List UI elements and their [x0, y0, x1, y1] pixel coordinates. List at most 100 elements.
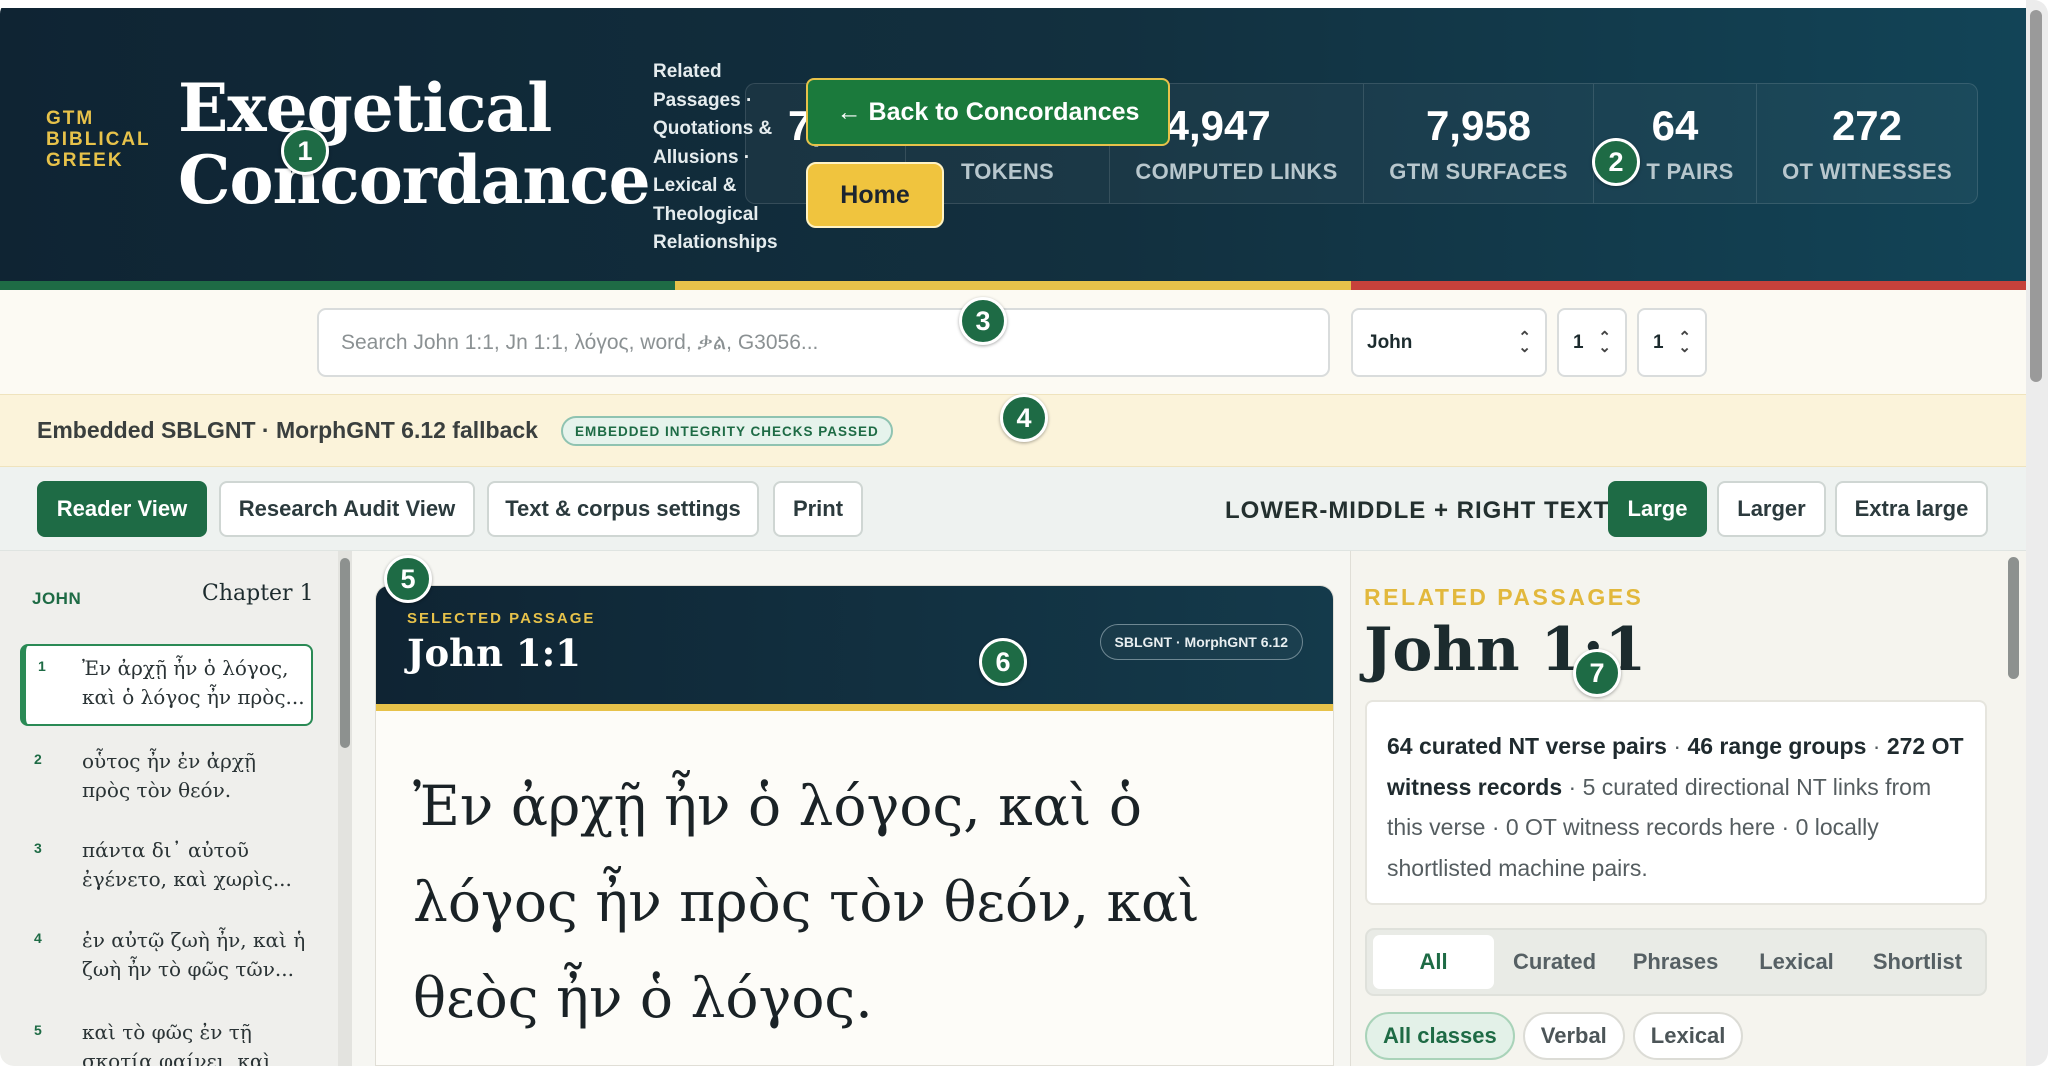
chip-all-classes[interactable]: All classes — [1365, 1012, 1515, 1060]
chapter-select-value: 1 — [1573, 331, 1584, 353]
search-row: John ⌃⌄ 1 ⌃⌄ 1 ⌃⌄ — [0, 290, 2026, 394]
subtitle-line: Theological — [653, 203, 759, 225]
research-audit-view-button[interactable]: Research Audit View — [219, 481, 475, 537]
app-window: GTM BIBLICAL GREEK Exegetical Concordanc… — [0, 0, 2048, 1066]
stat-label: OT WITNESSES — [1782, 158, 1952, 184]
sidebar-scroll-thumb[interactable] — [340, 558, 350, 748]
verse-item-5[interactable]: 5 καὶ τὸ φῶς ἐν τῇ σκοτίᾳ φαίνει, καὶ ἡ.… — [20, 1008, 313, 1066]
tab-curated[interactable]: Curated — [1494, 935, 1615, 989]
chip-label: Verbal — [1540, 1023, 1607, 1048]
search-input[interactable] — [317, 308, 1330, 377]
right-panel-scroll-thumb[interactable] — [2008, 557, 2019, 679]
tab-lexical[interactable]: Lexical — [1736, 935, 1857, 989]
stat-ot-witnesses: 272 OT WITNESSES — [1757, 84, 1977, 203]
verse-item-4[interactable]: 4 ἐν αὐτῷ ζωὴ ἦν, καὶ ἡ ζωὴ ἦν τὸ φῶς τῶ… — [20, 916, 313, 998]
brand-line: BIBLICAL — [46, 129, 151, 150]
tab-phrases[interactable]: Phrases — [1615, 935, 1736, 989]
verse-item-1[interactable]: 1 Ἐν ἀρχῇ ἦν ὁ λόγος, καὶ ὁ λόγος ἦν πρὸ… — [20, 644, 313, 726]
chip-lexical[interactable]: Lexical — [1632, 1012, 1744, 1060]
button-label: Larger — [1737, 496, 1806, 521]
tab-label: Phrases — [1632, 949, 1719, 974]
size-larger-button[interactable]: Larger — [1717, 481, 1826, 537]
stripe-green — [0, 281, 676, 290]
annotation-marker: 3 — [959, 297, 1007, 345]
home-button[interactable]: Home — [806, 162, 944, 228]
verse-preview: Ἐν ἀρχῇ ἦν ὁ λόγος, καὶ ὁ λόγος ἦν πρὸς.… — [82, 656, 305, 709]
verse-number: 1 — [38, 658, 46, 674]
stripe-yellow — [675, 281, 1351, 290]
annotation-marker: 1 — [281, 127, 329, 175]
view-toolbar: Reader View Research Audit View Text & c… — [0, 467, 2026, 551]
stat-label: TOKENS — [960, 158, 1055, 184]
verse-select-value: 1 — [1653, 331, 1664, 353]
chip-verbal[interactable]: Verbal — [1522, 1012, 1625, 1060]
back-to-concordances-button[interactable]: ← Back to Concordances — [806, 78, 1170, 146]
brand-line: GTM — [46, 108, 95, 129]
text-corpus-settings-button[interactable]: Text & corpus settings — [487, 481, 759, 537]
verse-preview: καὶ τὸ φῶς ἐν τῇ σκοτίᾳ φαίνει, καὶ ἡ... — [82, 1020, 272, 1066]
verse-number: 2 — [34, 751, 42, 767]
stat-number: 64 — [1651, 101, 1699, 149]
stat-label: COMPUTED LINKS — [1135, 158, 1338, 184]
stat-number: 272 — [1831, 101, 1903, 149]
button-label: Reader View — [56, 496, 188, 521]
subtitle-line: Relationships — [653, 232, 778, 253]
selected-passage-card: SELECTED PASSAGE John 1:1 SBLGNT · Morph… — [375, 585, 1334, 1066]
stat-gtm-surfaces: 7,958 GTM SURFACES — [1364, 84, 1594, 203]
related-tabs: All Curated Phrases Lexical Shortlist — [1365, 928, 1987, 996]
button-label: Print — [792, 496, 844, 521]
verse-select[interactable]: 1 ⌃ ⌄ — [1637, 308, 1707, 377]
print-button[interactable]: Print — [773, 481, 863, 537]
book-select[interactable]: John ⌃ ⌄ — [1351, 308, 1547, 377]
marker-number: 7 — [1589, 657, 1605, 688]
annotation-marker: 2 — [1592, 138, 1640, 186]
verse-sidebar: JOHN Chapter 1 1 Ἐν ἀρχῇ ἦν ὁ λόγος, καὶ… — [0, 551, 352, 1066]
annotation-marker: 6 — [979, 638, 1027, 686]
verse-item-2[interactable]: 2 οὗτος ἦν ἐν ἀρχῇ πρὸς τὸν θεόν. — [20, 737, 313, 819]
tab-label: All — [1419, 949, 1448, 974]
annotation-marker: 5 — [384, 555, 432, 603]
brand-tag: GTM BIBLICAL GREEK — [46, 108, 151, 171]
verse-preview: οὗτος ἦν ἐν ἀρχῇ πρὸς τὸν θεόν. — [82, 749, 256, 802]
button-label: Large — [1627, 496, 1688, 521]
verse-preview: πάντα δι᾽ αὐτοῦ ἐγένετο, καὶ χωρὶς... — [82, 838, 292, 891]
tab-all[interactable]: All — [1373, 935, 1494, 989]
marker-number: 2 — [1608, 146, 1624, 177]
tricolor-stripe — [0, 281, 2026, 290]
stat-label: T PAIRS — [1646, 158, 1734, 184]
text-edition-badge: SBLGNT · MorphGNT 6.12 — [1099, 624, 1303, 660]
marker-number: 1 — [297, 135, 313, 166]
verse-number: 4 — [34, 930, 42, 946]
button-label: Text & corpus settings — [505, 496, 741, 521]
related-summary: 64 curated NT verse pairs · 46 range gro… — [1365, 700, 1987, 905]
brand-line: GREEK — [46, 150, 124, 171]
related-kicker: RELATED PASSAGES — [1364, 584, 1644, 610]
passage-title: John 1:1 — [407, 631, 582, 675]
tab-shortlist[interactable]: Shortlist — [1857, 935, 1978, 989]
passage-kicker: SELECTED PASSAGE — [407, 610, 596, 627]
passage-accent-bar — [376, 704, 1333, 711]
chapter-select[interactable]: 1 ⌃ ⌄ — [1557, 308, 1627, 377]
stripe-red — [1350, 281, 2026, 290]
reader-view-button[interactable]: Reader View — [37, 481, 207, 537]
verse-preview: ἐν αὐτῷ ζωὴ ἦν, καὶ ἡ ζωὴ ἦν τὸ φῶς τῶν.… — [82, 928, 306, 981]
window-scroll-thumb[interactable] — [2030, 10, 2042, 382]
title-line: Exegetical — [178, 69, 552, 147]
size-large-button[interactable]: Large — [1608, 481, 1707, 537]
annotation-marker: 7 — [1573, 649, 1621, 697]
verse-item-3[interactable]: 3 πάντα δι᾽ αὐτοῦ ἐγένετο, καὶ χωρὶς... — [20, 826, 313, 908]
text-size-label: LOWER-MIDDLE + RIGHT TEXT — [1225, 497, 1610, 524]
summary-curated-pairs: 64 curated NT verse pairs — [1387, 733, 1667, 759]
summary-range-groups: 46 range groups — [1687, 733, 1867, 759]
sidebar-book: JOHN — [32, 589, 82, 608]
stat-number: 7,958 — [1425, 101, 1532, 149]
marker-number: 3 — [975, 305, 991, 336]
button-label: Research Audit View — [238, 496, 456, 521]
tab-label: Shortlist — [1872, 949, 1963, 974]
class-filter-chips: All classes Verbal Lexical — [1365, 1012, 1744, 1060]
size-extra-large-button[interactable]: Extra large — [1835, 481, 1988, 537]
embed-status-text: Embedded SBLGNT · MorphGNT 6.12 fallback — [37, 417, 538, 443]
tab-label: Lexical — [1759, 949, 1834, 974]
verse-number: 3 — [34, 840, 42, 856]
passage-card-header: SELECTED PASSAGE John 1:1 SBLGNT · Morph… — [376, 586, 1333, 704]
